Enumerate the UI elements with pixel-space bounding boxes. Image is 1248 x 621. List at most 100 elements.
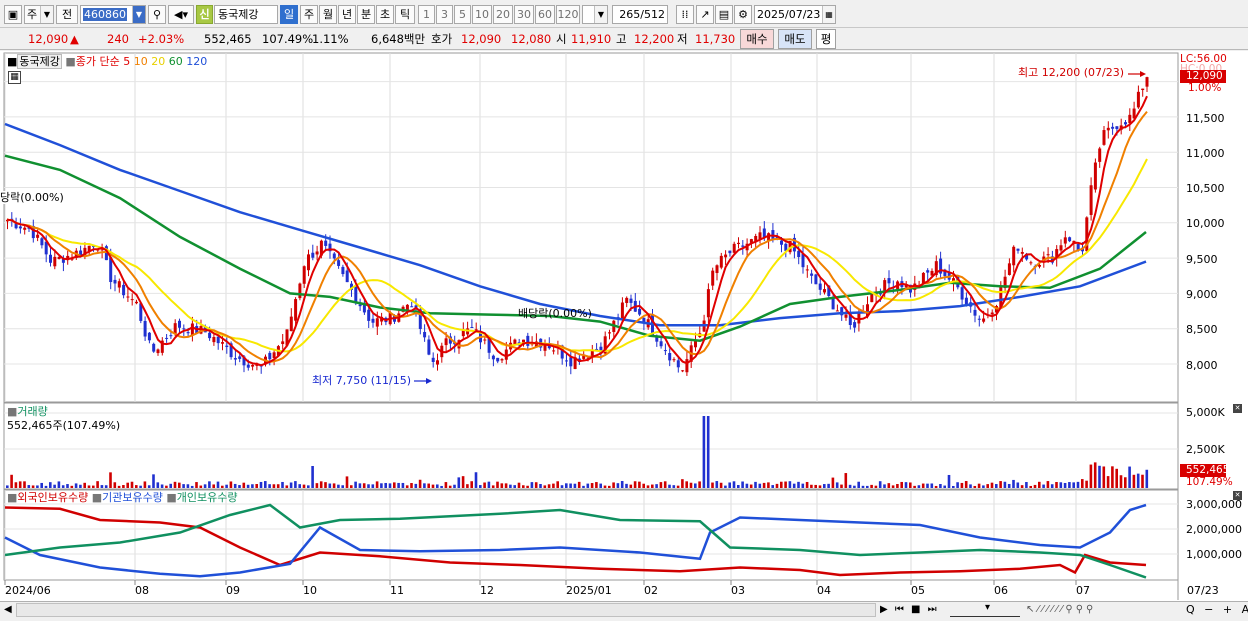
calendar-icon[interactable]: ▦ (822, 6, 835, 23)
chart-area[interactable]: ■ 동국제강 ■종가 단순 5 10 20 60 120 ▦ LC:56.00 H… (0, 51, 1248, 621)
candle-body (672, 359, 676, 361)
volume-bar (216, 481, 220, 488)
volume-bar (1111, 466, 1114, 488)
gear-icon[interactable]: ⚙ (734, 5, 752, 24)
volume-bar (474, 472, 478, 488)
change-value: 240 (107, 32, 129, 46)
interval-3[interactable]: 3 (436, 5, 453, 24)
volume-bar (973, 485, 977, 488)
interval-20[interactable]: 20 (493, 5, 513, 24)
volume-bar (526, 485, 529, 488)
volume-bar (1025, 482, 1028, 488)
volume-bar (457, 477, 461, 488)
volume-bar (741, 481, 744, 488)
volume-bar (1033, 484, 1037, 488)
volume-bar (298, 484, 301, 488)
volume-bar (388, 483, 392, 488)
candle-body (423, 331, 427, 338)
search-icon[interactable]: ⚲ (148, 5, 166, 24)
volume-bar (917, 485, 921, 488)
candle-body (668, 353, 672, 361)
candle-body (608, 332, 611, 334)
candle-body (1007, 263, 1011, 275)
volume-bar (711, 482, 714, 488)
volume-bar (285, 485, 289, 488)
scroll-left-icon[interactable]: ◀ (4, 603, 12, 616)
volume-bar (986, 484, 989, 488)
volume-bar (990, 482, 994, 488)
sell-button[interactable]: 매도 (778, 29, 812, 49)
y-tick-10500: 10,500 (1186, 182, 1225, 195)
period-week[interactable]: 주 (300, 5, 318, 24)
volume-bar (651, 484, 654, 488)
volume-bar (324, 482, 327, 488)
legend-ma20: 20 (151, 55, 166, 68)
volume-bar (294, 481, 297, 488)
volume-bar (814, 484, 817, 488)
volume-bar (1098, 465, 1101, 488)
volume-bar (827, 483, 830, 488)
interval-60[interactable]: 60 (535, 5, 555, 24)
current-price: 12,090 (28, 32, 69, 46)
period-month[interactable]: 월 (319, 5, 337, 24)
interval-5[interactable]: 5 (454, 5, 471, 24)
volume-bar (749, 484, 753, 488)
interval-30[interactable]: 30 (514, 5, 534, 24)
institution-holdings-line (4, 503, 1147, 578)
period-minute[interactable]: 분 (357, 5, 375, 24)
interval-custom-select[interactable]: ▼ (582, 5, 608, 24)
holder-y-tick-1m: 1,000,000 (1186, 548, 1242, 561)
calendar-icon[interactable]: ▦ (8, 71, 21, 84)
close-icon[interactable]: ✕ (1233, 404, 1242, 413)
period-year[interactable]: 년 (338, 5, 356, 24)
horizontal-scrollbar[interactable] (16, 603, 876, 617)
interval-120[interactable]: 120 (556, 5, 580, 24)
slider-thumb-icon[interactable]: ▾ (985, 601, 990, 614)
candle-body (444, 338, 448, 346)
volume-bar (448, 485, 452, 488)
candle-body (659, 341, 663, 347)
volume-bar (1042, 484, 1045, 488)
volume-bar (960, 482, 964, 488)
count-field[interactable]: 265/512 (612, 5, 668, 24)
volume-bar (53, 484, 56, 488)
save-icon[interactable]: ▤ (715, 5, 733, 24)
volume-bar (289, 482, 293, 488)
interval-1[interactable]: 1 (418, 5, 435, 24)
market-select[interactable]: 주 ▼ (24, 5, 54, 24)
volume-bar (169, 483, 172, 488)
buy-button[interactable]: 매수 (740, 29, 774, 49)
sound-icon[interactable]: ◀▾ (168, 5, 194, 24)
candle-body (152, 343, 156, 352)
stock-code-input[interactable]: 460860 ▼ (80, 5, 146, 24)
interval-10[interactable]: 10 (472, 5, 492, 24)
volume-bar (23, 481, 26, 488)
period-second[interactable]: 초 (376, 5, 394, 24)
legend-stock-name[interactable]: 동국제강 (17, 54, 62, 69)
date-field[interactable]: 2025/07/23 ▦ (754, 5, 836, 24)
drawing-tools[interactable]: ↖⁄⁄⁄⁄⁄⁄⚲⚲⚲ (1026, 603, 1096, 616)
volume-bar (560, 485, 564, 488)
volume-bar (337, 484, 340, 488)
zoom-controls[interactable]: Q − + A (1186, 603, 1248, 616)
close-icon[interactable]: ✕ (1233, 491, 1242, 500)
period-tick[interactable]: 틱 (395, 5, 415, 24)
type-select[interactable]: 전 (56, 5, 78, 24)
price-chart[interactable] (0, 51, 1248, 621)
grid-icon[interactable]: ⁞⁞ (676, 5, 694, 24)
period-day[interactable]: 일 (280, 5, 298, 24)
stock-name-field[interactable]: 동국제강 (214, 5, 278, 24)
layout-icon[interactable]: ▣ (4, 5, 22, 24)
chevron-down-icon[interactable]: ▼ (132, 6, 145, 23)
eval-button[interactable]: 평 (816, 29, 836, 49)
candle-body (706, 289, 710, 318)
volume-bar (427, 483, 430, 488)
volume-bar (332, 483, 336, 488)
playback-controls[interactable]: ▶ ⏮ ■ ⏭ (880, 603, 939, 616)
draw-icon[interactable]: ↗ (696, 5, 714, 24)
volume-bar (767, 482, 770, 488)
volume-bar (539, 484, 542, 488)
candle-body (18, 226, 22, 229)
volume-bar (272, 484, 276, 488)
candle-body (208, 332, 212, 339)
